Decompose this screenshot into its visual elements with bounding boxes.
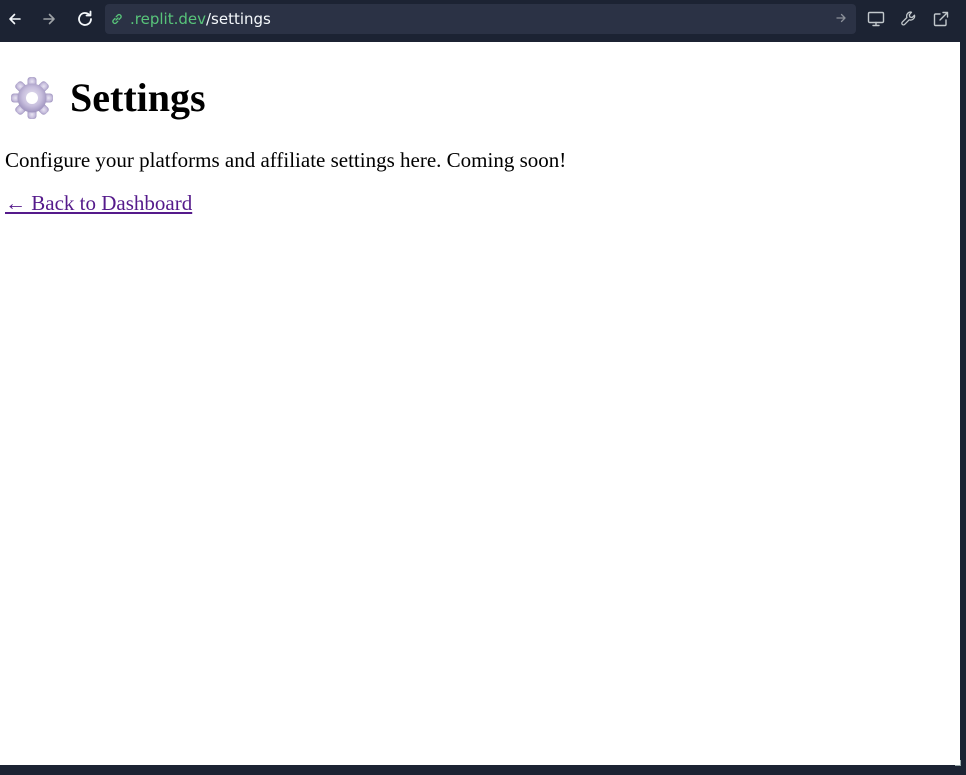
- arrow-right-icon: [835, 10, 847, 28]
- monitor-icon: [867, 10, 885, 28]
- devices-button[interactable]: [861, 4, 891, 34]
- arrow-left-icon: [7, 11, 23, 27]
- devtools-button[interactable]: [894, 4, 924, 34]
- page-title: Settings: [70, 75, 206, 120]
- go-button[interactable]: [832, 10, 850, 28]
- browser-toolbar: .replit.dev/settings: [0, 0, 966, 40]
- back-button[interactable]: [0, 4, 30, 34]
- url-bar[interactable]: .replit.dev/settings: [105, 4, 856, 34]
- page-description: Configure your platforms and affiliate s…: [5, 148, 567, 172]
- page-heading: Settings: [10, 76, 206, 120]
- page-viewport: Settings Configure your platforms and af…: [0, 42, 960, 765]
- window-edge-right: [960, 40, 966, 775]
- forward-button[interactable]: [34, 4, 64, 34]
- resize-handle[interactable]: [955, 760, 961, 766]
- url-domain: .replit.dev: [130, 10, 206, 28]
- arrow-right-icon: [41, 11, 57, 27]
- reload-icon: [75, 9, 95, 29]
- url-path: /settings: [205, 10, 271, 28]
- reload-button[interactable]: [70, 4, 100, 34]
- external-link-icon: [932, 10, 950, 28]
- gear-icon: [10, 76, 54, 120]
- window-edge-bottom: [0, 765, 966, 775]
- open-new-tab-button[interactable]: [926, 4, 956, 34]
- back-to-dashboard-link[interactable]: ← Back to Dashboard: [5, 191, 192, 215]
- wrench-icon: [900, 10, 918, 28]
- link-icon: [110, 11, 126, 27]
